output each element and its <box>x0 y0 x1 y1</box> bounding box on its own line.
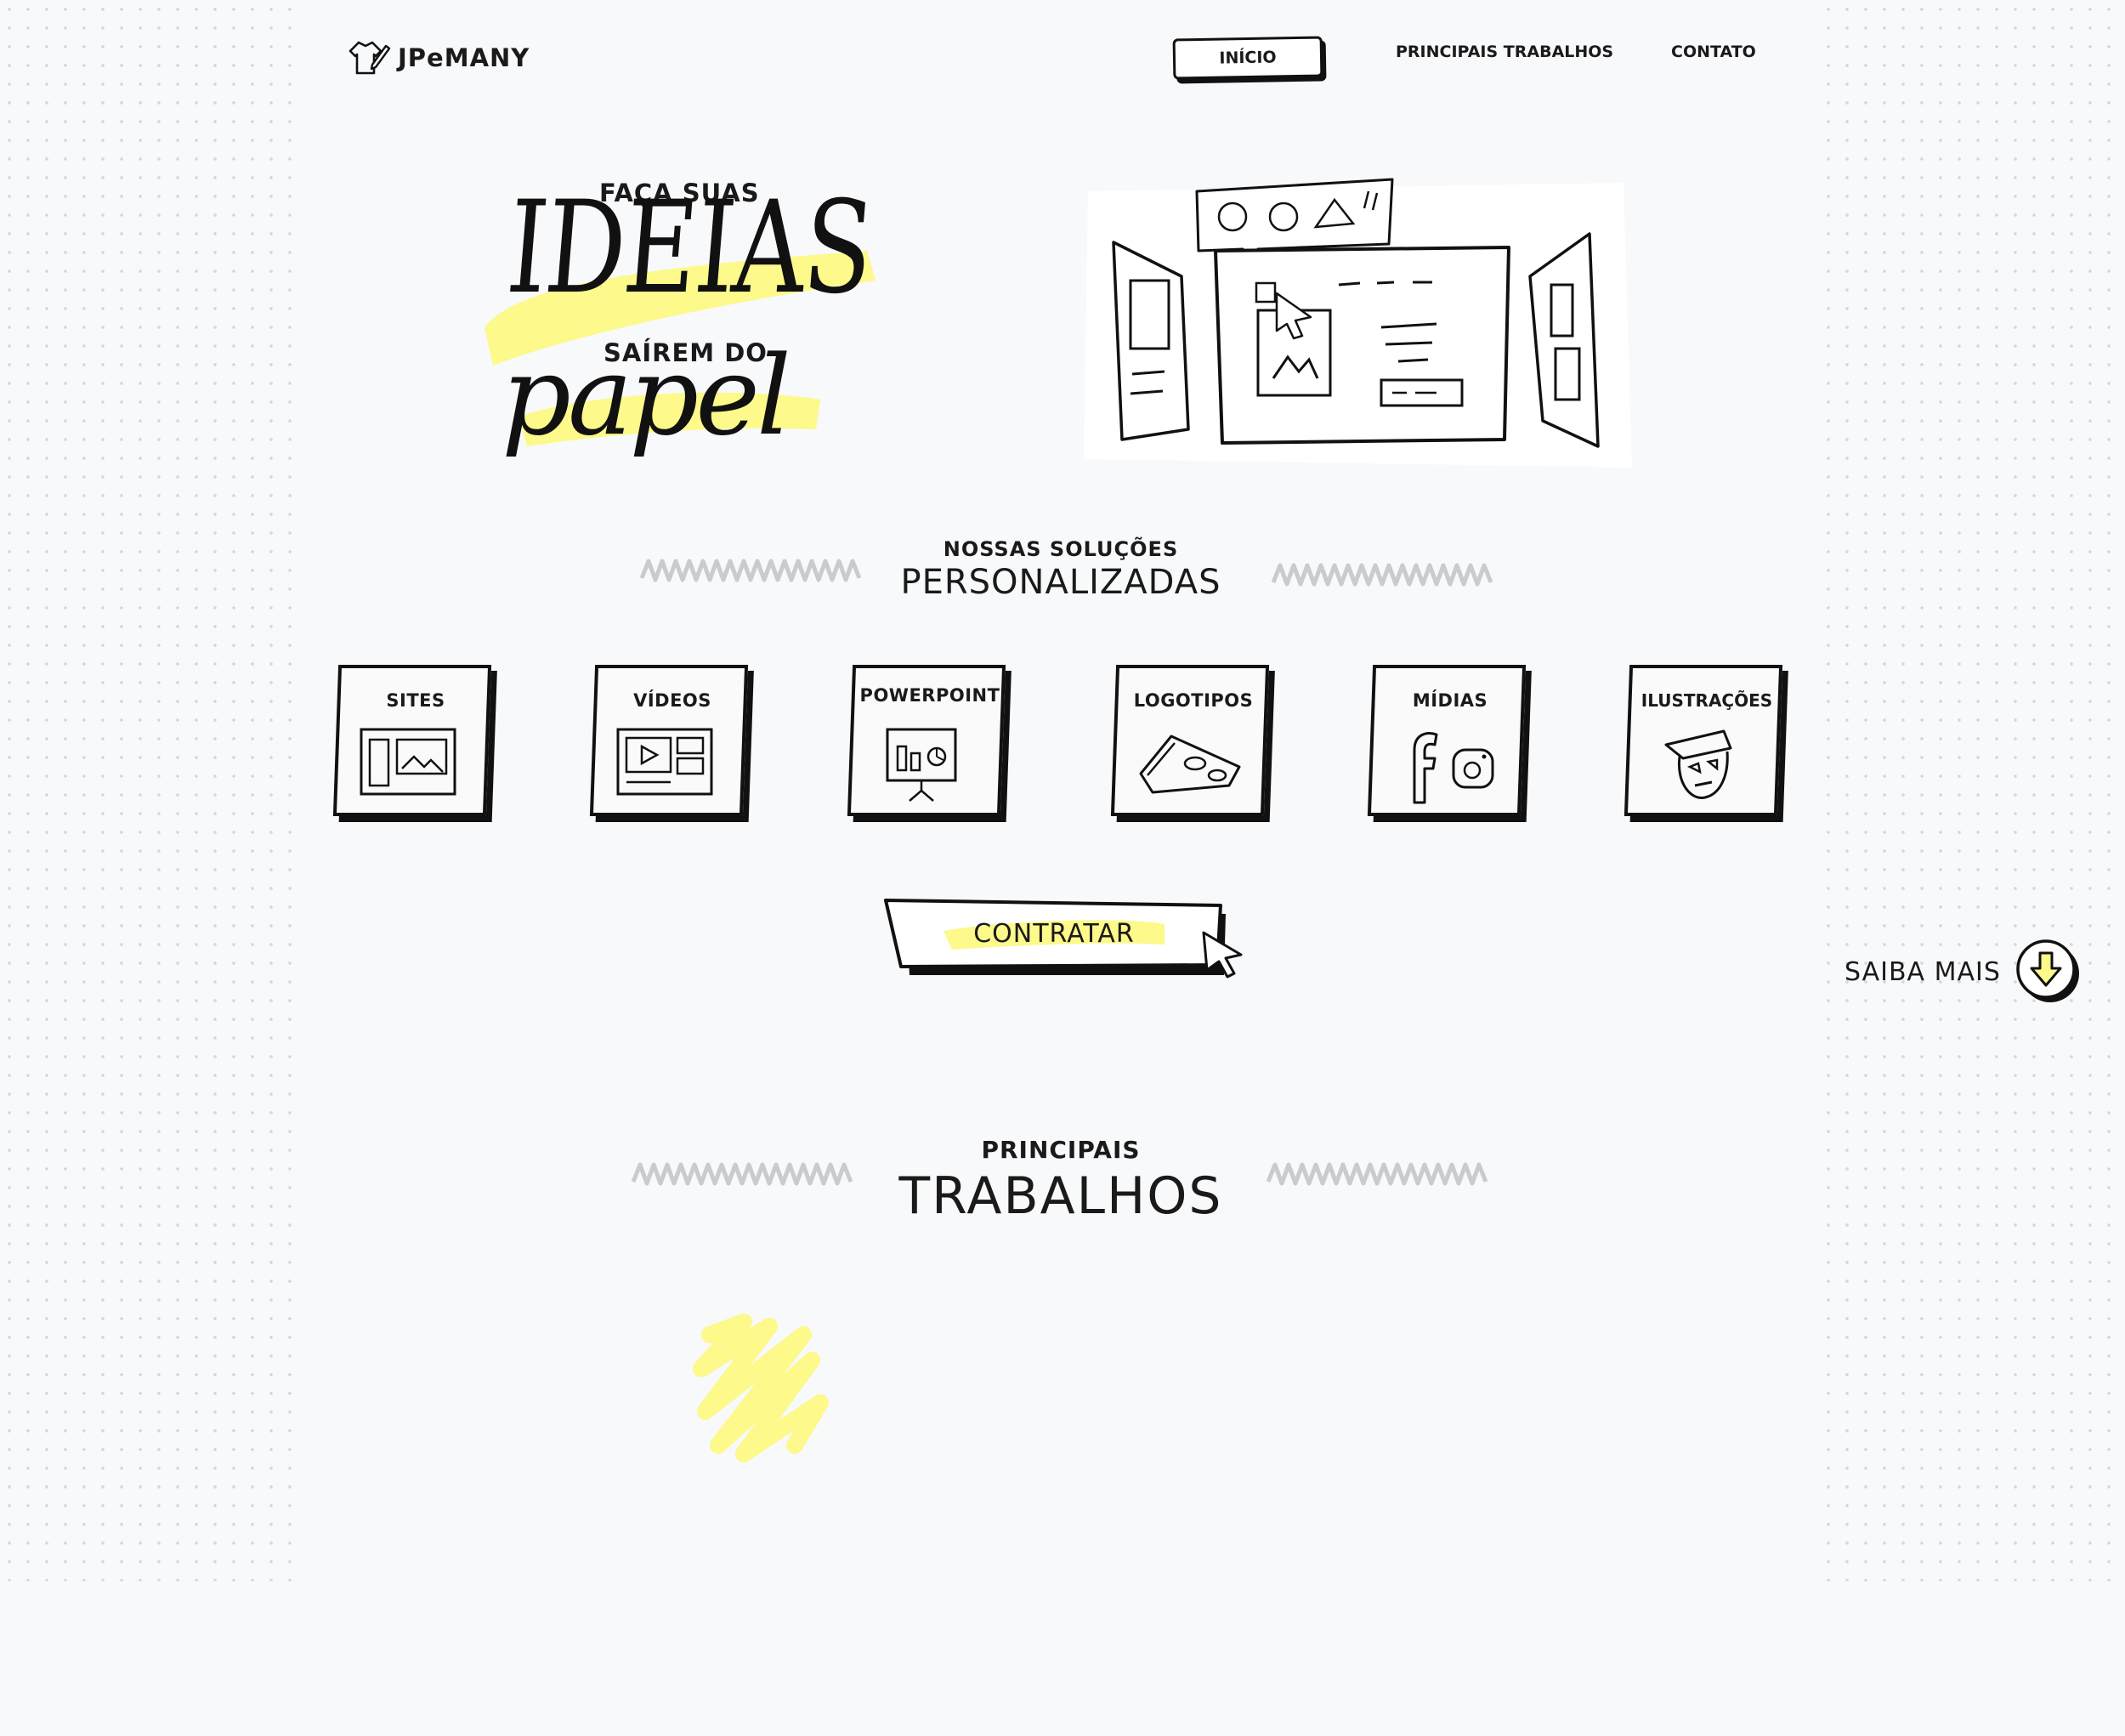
card-label: LOGOTIPOS <box>1133 690 1254 711</box>
logo[interactable]: JPeMANY <box>347 39 530 77</box>
card-label: VÍDEOS <box>633 690 711 711</box>
nav-inicio-label: INÍCIO <box>1219 48 1277 68</box>
card-label: MÍDIAS <box>1412 690 1488 711</box>
solutions-subtitle: NOSSAS SOLUÇÕES <box>943 537 1179 561</box>
service-card-videos[interactable]: VÍDEOS <box>589 665 752 816</box>
card-label: SITES <box>386 690 445 711</box>
logo-text: JPeMANY <box>398 43 530 72</box>
solutions-title: PERSONALIZADAS <box>900 563 1221 602</box>
service-card-sites[interactable]: SITES <box>332 665 496 816</box>
pizza-logo-icon <box>1139 735 1241 794</box>
contratar-label: CONTRATAR <box>973 919 1135 949</box>
shirt-pencil-icon <box>348 41 391 75</box>
hero-illustration <box>1084 178 1632 468</box>
service-card-powerpoint[interactable]: POWERPOINT <box>847 665 1010 816</box>
nav-contato[interactable]: CONTATO <box>1671 43 1756 61</box>
service-card-ilustracoes[interactable]: ILUSTRAÇÕES <box>1624 665 1787 816</box>
presentation-board-icon <box>886 728 957 802</box>
hero-line-2: IDEIAS <box>502 174 877 322</box>
video-player-icon <box>616 728 713 796</box>
nav-principais-trabalhos[interactable]: PRINCIPAIS TRABALHOS <box>1396 43 1613 61</box>
works-title: TRABALHOS <box>898 1166 1223 1226</box>
social-media-icon <box>1413 732 1494 804</box>
cursor-arrow-icon <box>1202 931 1243 979</box>
dot-pattern-right <box>1819 0 2125 1581</box>
arrow-down-circle-icon <box>2016 939 2079 1002</box>
card-label: ILUSTRAÇÕES <box>1640 690 1773 711</box>
card-label: POWERPOINT <box>859 685 1000 706</box>
nav-inicio[interactable]: INÍCIO <box>1172 36 1323 80</box>
hero-line-4: papel <box>502 333 791 460</box>
website-icon <box>360 728 456 796</box>
contratar-button[interactable]: CONTRATAR <box>884 897 1243 979</box>
yellow-scribble <box>693 1313 829 1462</box>
saiba-mais-label: SAIBA MAIS <box>1844 956 2001 987</box>
service-card-midias[interactable]: MÍDIAS <box>1367 665 1530 816</box>
service-card-logotipos[interactable]: LOGOTIPOS <box>1110 665 1273 816</box>
character-face-icon <box>1664 729 1732 799</box>
dot-pattern-left <box>0 0 306 1581</box>
saiba-mais-link[interactable]: SAIBA MAIS <box>1844 939 2082 1004</box>
works-subtitle: PRINCIPAIS <box>981 1136 1141 1164</box>
